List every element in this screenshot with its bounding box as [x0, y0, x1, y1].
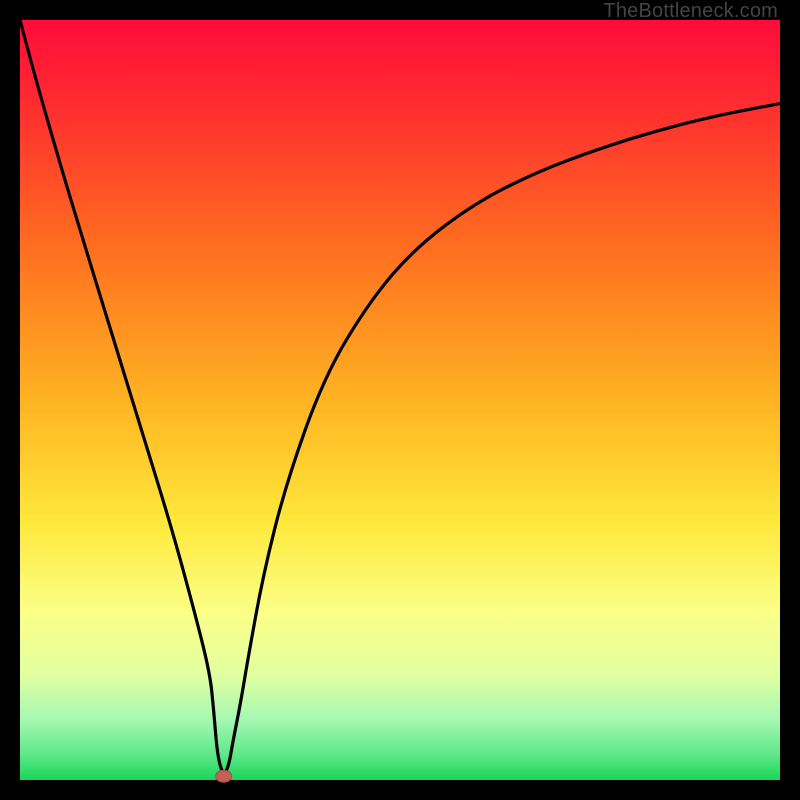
- chart-frame: TheBottleneck.com: [0, 0, 800, 800]
- watermark-text: TheBottleneck.com: [603, 0, 778, 23]
- optimum-marker: [216, 770, 232, 782]
- bottleneck-curve: [20, 20, 780, 780]
- plot-area: [20, 20, 780, 780]
